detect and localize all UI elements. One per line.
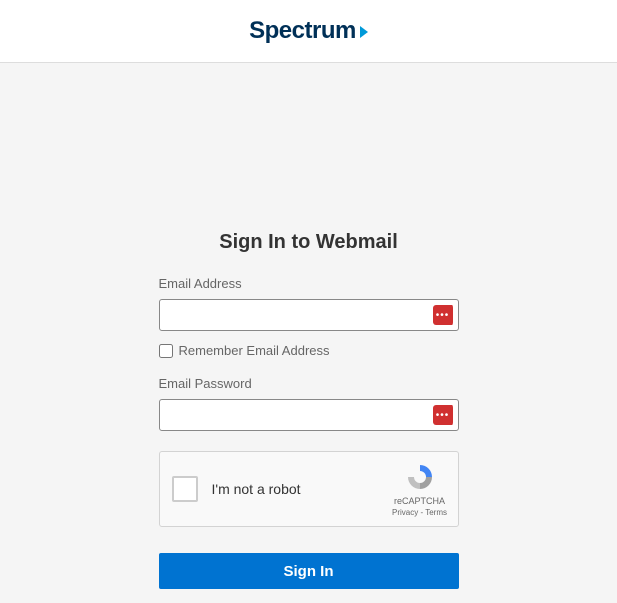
recaptcha-icon <box>405 462 435 492</box>
email-input-wrapper: ••• <box>159 299 459 331</box>
page-header: Spectrum <box>0 0 617 63</box>
email-label: Email Address <box>159 276 459 291</box>
brand-name: Spectrum <box>249 17 356 45</box>
password-field[interactable] <box>159 399 459 431</box>
password-input-wrapper: ••• <box>159 399 459 431</box>
recaptcha-branding: reCAPTCHA Privacy - Terms <box>392 462 448 517</box>
recaptcha-widget: I'm not a robot reCAPTCHA Privacy - Term… <box>159 451 459 527</box>
recaptcha-label: I'm not a robot <box>212 481 301 497</box>
remember-checkbox[interactable] <box>159 344 173 358</box>
recaptcha-links[interactable]: Privacy - Terms <box>392 508 448 517</box>
password-label: Email Password <box>159 376 459 391</box>
main-content: Sign In to Webmail Email Address ••• Rem… <box>0 63 617 589</box>
remember-row: Remember Email Address <box>159 343 459 358</box>
recaptcha-checkbox[interactable] <box>172 476 198 502</box>
page-title: Sign In to Webmail <box>159 231 459 254</box>
remember-label: Remember Email Address <box>179 343 330 358</box>
signin-form: Sign In to Webmail Email Address ••• Rem… <box>159 231 459 589</box>
signin-button[interactable]: Sign In <box>159 553 459 589</box>
password-manager-icon[interactable]: ••• <box>433 405 455 425</box>
play-arrow-icon <box>360 26 368 38</box>
password-manager-icon[interactable]: ••• <box>433 305 455 325</box>
email-field[interactable] <box>159 299 459 331</box>
recaptcha-brand-text: reCAPTCHA <box>392 496 448 506</box>
brand-logo: Spectrum <box>249 17 368 45</box>
